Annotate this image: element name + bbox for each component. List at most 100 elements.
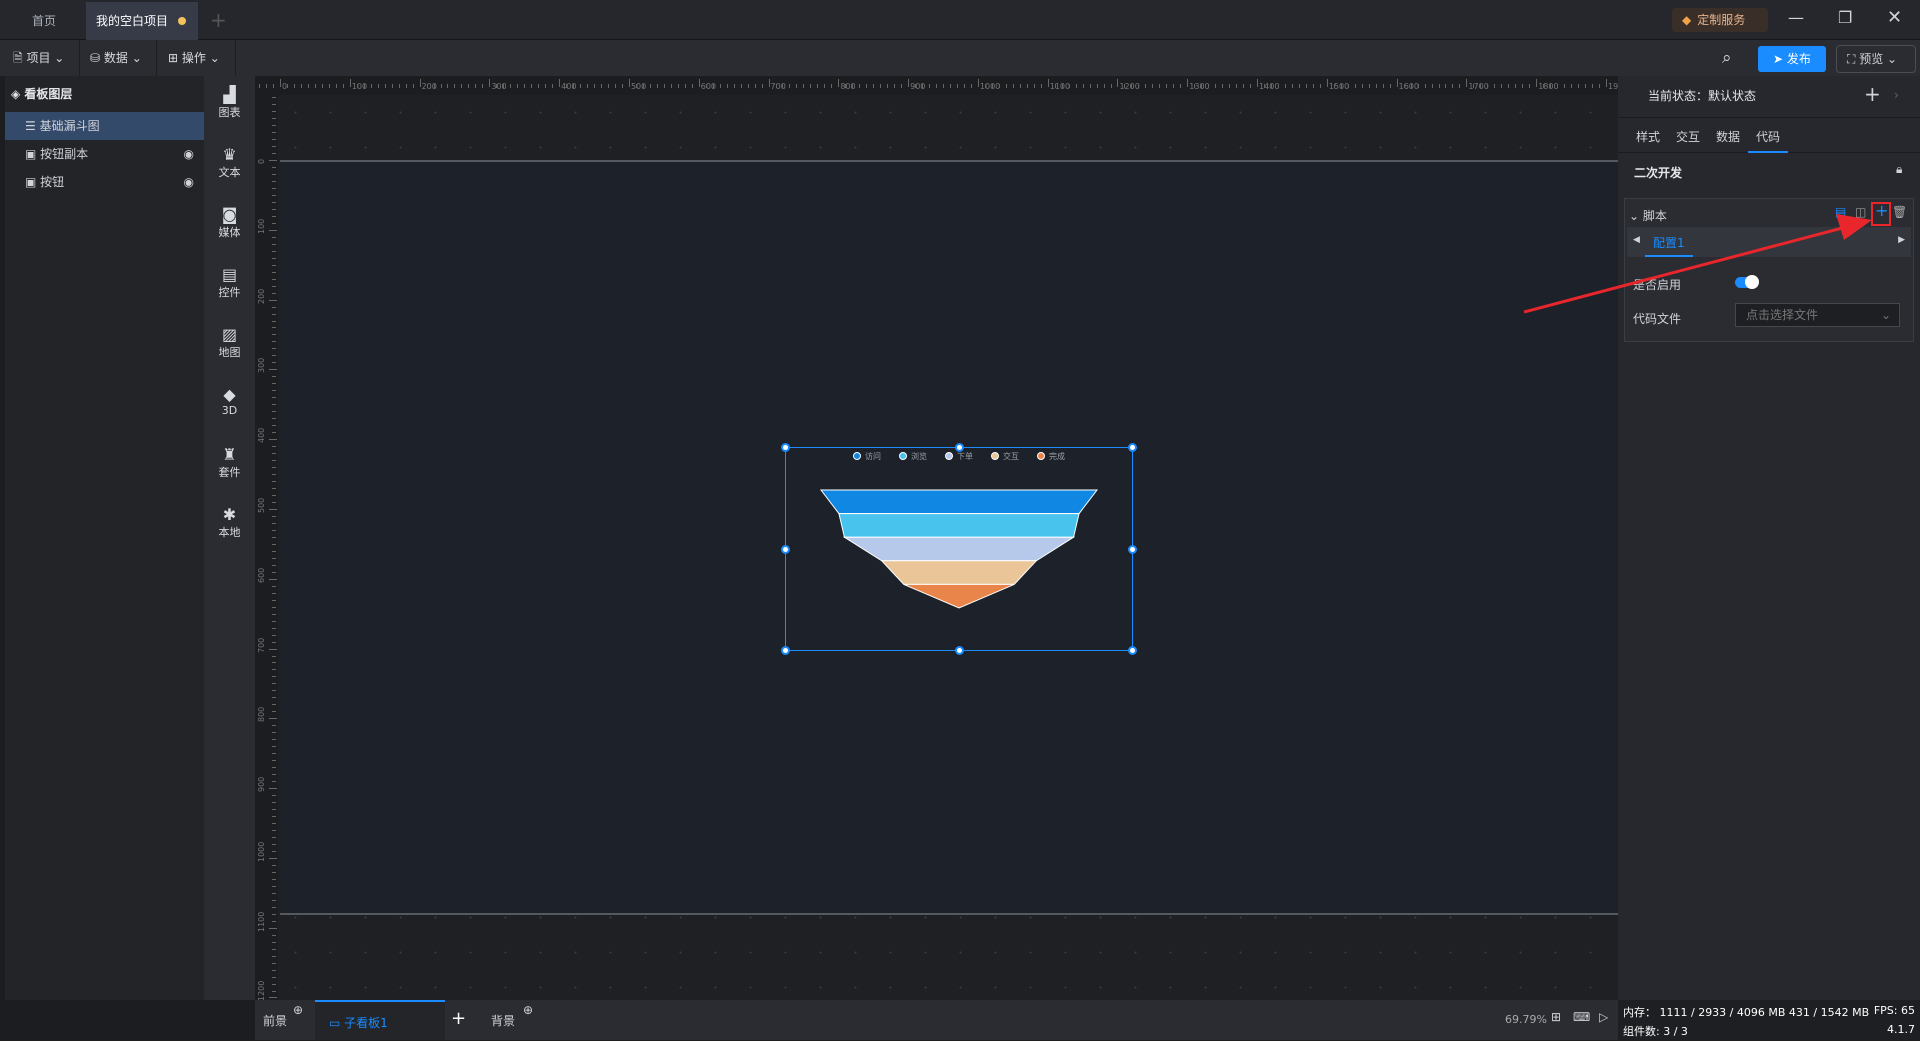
search-icon[interactable]: ⌕	[1722, 48, 1732, 68]
toolbar: 🗎 项目 ⌄ ⛁ 数据 ⌄ ⊞ 操作 ⌄ ⌕ ➤ 发布 ⛶ 预览 ⌄	[0, 40, 1920, 76]
file-placeholder: 点击选择文件	[1746, 308, 1819, 322]
resize-handle[interactable]	[1128, 545, 1137, 554]
resize-handle[interactable]	[1128, 443, 1137, 452]
data-menu[interactable]: ⛁ 数据 ⌄	[82, 40, 157, 76]
operate-menu[interactable]: ⊞ 操作 ⌄	[160, 40, 236, 76]
bar-chart-icon: ▟	[223, 85, 236, 104]
funnel-segment-0	[819, 489, 1099, 515]
preview-button[interactable]: ⛶ 预览 ⌄	[1836, 45, 1916, 73]
legend-label[interactable]: 交互	[1003, 451, 1019, 461]
enable-label: 是否启用	[1633, 278, 1682, 292]
resize-handle[interactable]	[955, 443, 964, 452]
layer-item[interactable]: ▣ 按钮副本 ◉	[5, 140, 204, 168]
component-label: 本地	[218, 526, 241, 539]
component-1[interactable]: ♛ 文本	[204, 146, 255, 180]
keyboard-icon[interactable]: ⌨	[1573, 1010, 1590, 1024]
funnel-chart: 访问 浏览 下单 交互 完成	[819, 451, 1099, 609]
tab-code[interactable]: 代码	[1748, 118, 1789, 153]
layer-item[interactable]: ▣ 按钮 ◉	[5, 168, 204, 196]
restore-button[interactable]: ❐	[1838, 8, 1852, 27]
resize-handle[interactable]	[955, 646, 964, 655]
legend-label[interactable]: 完成	[1049, 451, 1065, 461]
next-arrow-icon[interactable]: ▶	[1898, 235, 1905, 245]
foreground-tab[interactable]: 前景 ⊕	[255, 1000, 315, 1040]
publish-label: 发布	[1786, 52, 1811, 66]
zoom-level: 69.79%	[1505, 1013, 1547, 1026]
enable-toggle[interactable]	[1735, 275, 1759, 289]
delete-icon[interactable]: 🗑︎	[1892, 205, 1907, 219]
add-board-button[interactable]: +	[451, 1008, 466, 1029]
copy-icon[interactable]: ◫	[1855, 205, 1866, 219]
component-2[interactable]: ◙ 媒体	[204, 206, 255, 240]
layer-item[interactable]: ☰ 基础漏斗图	[5, 112, 204, 140]
minimize-button[interactable]: —	[1788, 8, 1804, 27]
selected-funnel-chart[interactable]: 访问 浏览 下单 交互 完成	[781, 443, 1137, 655]
code-file-select[interactable]: 点击选择文件 ⌄	[1735, 303, 1900, 327]
config-tab[interactable]: 配置1	[1645, 227, 1693, 257]
funnel-icon: ☰	[25, 119, 40, 133]
properties-panel: 当前状态：默认状态 + › 样式 交互 数据 代码 二次开发 🔒︎ ⌄ 脚本 ▤…	[1618, 76, 1920, 1000]
tab-project[interactable]: 我的空白项目	[86, 2, 198, 40]
monitor-icon: ▭	[329, 1016, 345, 1030]
component-3[interactable]: ▤ 控件	[204, 266, 255, 300]
component-5[interactable]: ◆ 3D	[204, 385, 255, 418]
add-circle-icon[interactable]: ⊕	[293, 1003, 303, 1017]
ruler-left: 0 100 200 300 400 500 600 700 800 900 1000 1100 1200	[255, 95, 278, 1001]
legend-marker	[945, 452, 953, 460]
component-6[interactable]: ♜ 套件	[204, 446, 255, 480]
publish-button[interactable]: ➤ 发布	[1758, 46, 1826, 72]
component-4[interactable]: ▨ 地图	[204, 326, 255, 360]
legend-label[interactable]: 下单	[957, 451, 973, 461]
project-label: 项目	[26, 51, 51, 65]
legend-label[interactable]: 访问	[865, 451, 881, 461]
background-tab[interactable]: 背景 ⊕	[485, 1000, 533, 1041]
layers-icon: ◈	[11, 87, 25, 101]
bag-icon: ◙	[221, 205, 238, 224]
script-title: 脚本	[1642, 209, 1667, 223]
script-header[interactable]: ⌄ 脚本	[1629, 207, 1667, 224]
crown-icon: ♛	[222, 145, 237, 164]
hidden-eye-icon[interactable]: ◉	[184, 168, 194, 196]
terminal-icon[interactable]: ▷	[1599, 1010, 1608, 1024]
status-panel: 内存： 1111 / 2933 / 4096 MB 431 / 1542 MB …	[1618, 1000, 1920, 1040]
component-7[interactable]: ✱ 本地	[204, 506, 255, 540]
config-tabs: ◀ 配置1 ▶	[1627, 227, 1911, 257]
unsaved-dot-icon	[178, 17, 187, 25]
layers-title: 看板图层	[24, 87, 73, 101]
foreground-label: 前景	[263, 1014, 288, 1028]
tab-home[interactable]: 首页	[22, 2, 85, 40]
legend-label[interactable]: 浏览	[911, 451, 927, 461]
section-title: 二次开发	[1634, 166, 1683, 180]
tab-data[interactable]: 数据	[1716, 128, 1740, 145]
component-0[interactable]: ▟ 图表	[204, 86, 255, 120]
hidden-eye-icon[interactable]: ◉	[184, 140, 194, 168]
resize-handle[interactable]	[781, 443, 790, 452]
fullscreen-icon: ⛶	[1847, 52, 1860, 66]
new-tab-button[interactable]: +	[210, 8, 227, 32]
sub-board-label: 子看板1	[344, 1016, 388, 1030]
layers-panel: ◈ 看板图层 ☰ 基础漏斗图 ▣ 按钮副本 ◉ ▣ 按钮 ◉	[5, 76, 204, 1000]
tab-interaction[interactable]: 交互	[1676, 128, 1700, 145]
file-icon: 🗎	[13, 51, 27, 65]
custom-service-button[interactable]: ◆ 定制服务	[1672, 8, 1768, 32]
funnel-segment-2	[842, 536, 1076, 562]
prev-arrow-icon[interactable]: ◀	[1633, 235, 1640, 245]
state-label: 当前状态：默认状态	[1648, 89, 1757, 103]
sub-board-tab[interactable]: ▭ 子看板1	[315, 1000, 445, 1040]
project-menu[interactable]: 🗎 项目 ⌄	[5, 40, 80, 76]
chevron-right-icon[interactable]: ›	[1894, 88, 1899, 102]
resize-handle[interactable]	[1128, 646, 1137, 655]
add-state-button[interactable]: +	[1864, 82, 1881, 106]
fit-screen-icon[interactable]: ⊞	[1551, 1010, 1561, 1024]
lock-icon[interactable]: 🔒︎	[1896, 162, 1902, 177]
add-circle-icon[interactable]: ⊕	[523, 1003, 533, 1017]
version: 4.1.7	[1887, 1023, 1915, 1036]
shirt-icon: ♜	[222, 445, 237, 464]
close-button[interactable]: ✕	[1887, 7, 1902, 28]
cube-icon: ◆	[223, 385, 236, 404]
resize-handle[interactable]	[781, 646, 790, 655]
resize-handle[interactable]	[781, 545, 790, 554]
component-label: 地图	[218, 346, 241, 359]
tab-style[interactable]: 样式	[1636, 128, 1660, 145]
layout-icon[interactable]: ▤	[1835, 205, 1846, 219]
